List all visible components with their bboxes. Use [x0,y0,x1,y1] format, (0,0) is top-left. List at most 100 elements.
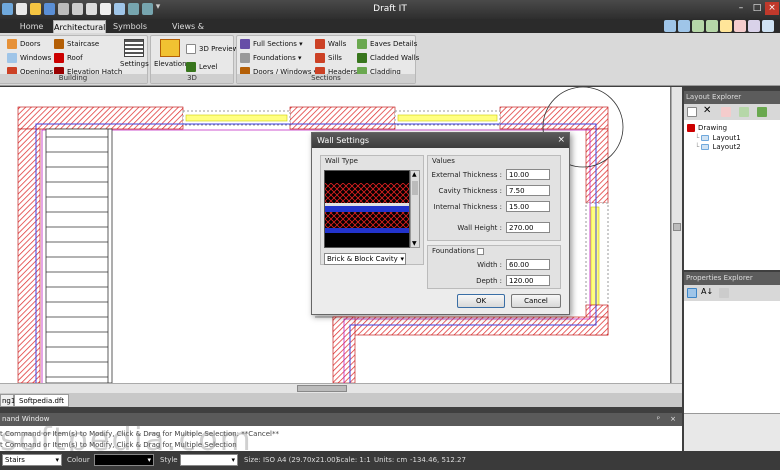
wall-height-input[interactable] [506,222,550,233]
door-icon [7,39,17,49]
doors-button[interactable]: Doors [7,39,40,49]
depth-input[interactable] [506,275,550,286]
wall-type-scrollbar[interactable]: ▲ ▼ [410,170,420,248]
wall-section-preview [325,171,409,247]
delete-icon[interactable]: ✕ [703,105,711,116]
ribbon: Doors Windows Openings Staircase Roof El… [0,33,780,86]
scroll-down-icon[interactable]: ▼ [412,240,417,247]
eaves-details-button[interactable]: Eaves Details [357,39,417,49]
foundations-checkbox[interactable] [476,247,484,255]
copy-layout-icon[interactable] [739,107,749,117]
cursor-coordinates: -134.46, 512.27 [410,456,466,464]
wall-top-left[interactable] [17,106,184,130]
grid-icon[interactable] [734,20,746,32]
tab-home[interactable]: Home [14,20,49,33]
settings-button[interactable]: Settings [120,39,149,68]
colour-select[interactable]: ▾ [94,454,154,466]
wall-top-middle[interactable] [289,106,396,130]
wall-height-label: Wall Height : [457,224,502,232]
chevron-down-icon: ▾ [55,456,59,464]
drawing-icon [687,124,695,132]
width-input[interactable] [506,259,550,270]
horizontal-scroll-thumb[interactable] [297,385,347,392]
foundations-group: Foundations Width : Depth : [427,245,561,289]
help-icon[interactable] [762,20,774,32]
cladded-walls-icon [357,53,367,63]
values-group: Values External Thickness : Cavity Thick… [427,155,561,241]
tree-drawing[interactable]: Drawing [687,124,727,132]
pan-icon[interactable] [720,20,732,32]
scroll-thumb[interactable] [412,181,418,195]
minimize-button[interactable]: – [734,2,748,15]
wall-right-upper[interactable] [585,128,609,204]
zoom-out-icon[interactable] [678,20,690,32]
tree-layout1[interactable]: └ Layout1 [695,134,741,142]
zoom-in-icon[interactable] [664,20,676,32]
property-pages-icon[interactable] [719,288,729,298]
internal-thickness-input[interactable] [506,201,550,212]
layer-select[interactable]: Stairs ▾ [2,454,62,466]
scale: Scale: 1:1 [336,456,371,464]
wall-settings-dialog: Wall Settings × Wall Type ▲ ▼ Brick & Bl… [311,132,570,315]
full-sections-button[interactable]: Full Sections ▾ [240,39,303,49]
layout-explorer-header: Layout Explorer [684,91,780,104]
tab-views-settings[interactable]: Views & Settings [156,20,220,44]
sills-button[interactable]: Sills [315,53,342,63]
status-bar: Stairs ▾ Colour ▾ Style ▾ Size: ISO A4 (2… [0,451,780,470]
vertical-scrollbar[interactable] [671,87,682,383]
elevation-button[interactable]: Elevation [154,39,187,68]
wall-bottom[interactable] [332,316,609,336]
rename-icon[interactable] [721,107,731,117]
ok-button[interactable]: OK [457,294,505,308]
title-bar: ▾ Draft IT – □ × [0,0,780,19]
wall-type-select[interactable]: Brick & Block Cavity ▾ [324,253,406,265]
style-select[interactable]: ▾ [180,454,238,466]
alphabetical-icon[interactable]: A↓ [701,287,713,296]
tab-softpedia-dft[interactable]: Softpedia.dft [14,394,69,407]
new-layout-icon[interactable] [687,107,697,117]
style-label: Style [160,456,178,464]
close-button[interactable]: × [765,2,779,15]
foundation-icon [240,53,250,63]
walls-button[interactable]: Walls [315,39,346,49]
document-tabs: ng1 Softpedia.dft [0,393,682,407]
zoom-extents-icon[interactable] [706,20,718,32]
wall-top-right[interactable] [499,106,609,130]
wall-type-preview[interactable] [324,170,410,248]
snap-icon[interactable] [748,20,760,32]
staircase-icon [54,39,64,49]
windows-button[interactable]: Windows [7,53,51,63]
right-panel-lower [684,413,780,451]
tab-architectural[interactable]: Architectural [53,20,106,33]
categorized-icon[interactable] [687,288,697,298]
vertical-scroll-thumb[interactable] [673,223,681,231]
roof-icon [54,53,64,63]
cladded-walls-button[interactable]: Cladded Walls [357,53,419,63]
scroll-up-icon[interactable]: ▲ [412,171,417,178]
ribbon-tabs: Home Architectural Symbols Views & Setti… [0,19,780,44]
paper-size: Size: ISO A4 (29.70x21.00) [244,456,339,464]
tree-layout2[interactable]: └ Layout2 [695,143,741,151]
cavity-thickness-input[interactable] [506,185,550,196]
level-button[interactable]: Level [186,62,217,72]
zoom-window-icon[interactable] [692,20,704,32]
sections-group: Full Sections ▾ Foundations ▾ Doors / Wi… [236,35,419,84]
3d-preview-checkbox[interactable]: 3D Preview [186,44,238,54]
external-thickness-input[interactable] [506,169,550,180]
dialog-close-button[interactable]: × [557,133,565,148]
3d-group: Elevation 3D Preview Level 3D [150,35,238,84]
tab-drawing1[interactable]: ng1 [0,394,15,407]
wall-left[interactable] [17,128,41,383]
horizontal-scrollbar[interactable] [0,383,682,393]
export-icon[interactable] [757,107,767,117]
3d-caption: 3D [151,74,233,83]
tab-symbols[interactable]: Symbols [110,20,150,33]
cancel-button[interactable]: Cancel [511,294,561,308]
width-label: Width : [477,261,502,269]
close-icon[interactable]: × [670,413,676,426]
maximize-button[interactable]: □ [750,2,764,15]
foundations-button[interactable]: Foundations ▾ [240,53,301,63]
staircase-button[interactable]: Staircase [54,39,99,49]
pin-icon[interactable]: ᵖ [657,413,660,426]
roof-button[interactable]: Roof [54,53,83,63]
